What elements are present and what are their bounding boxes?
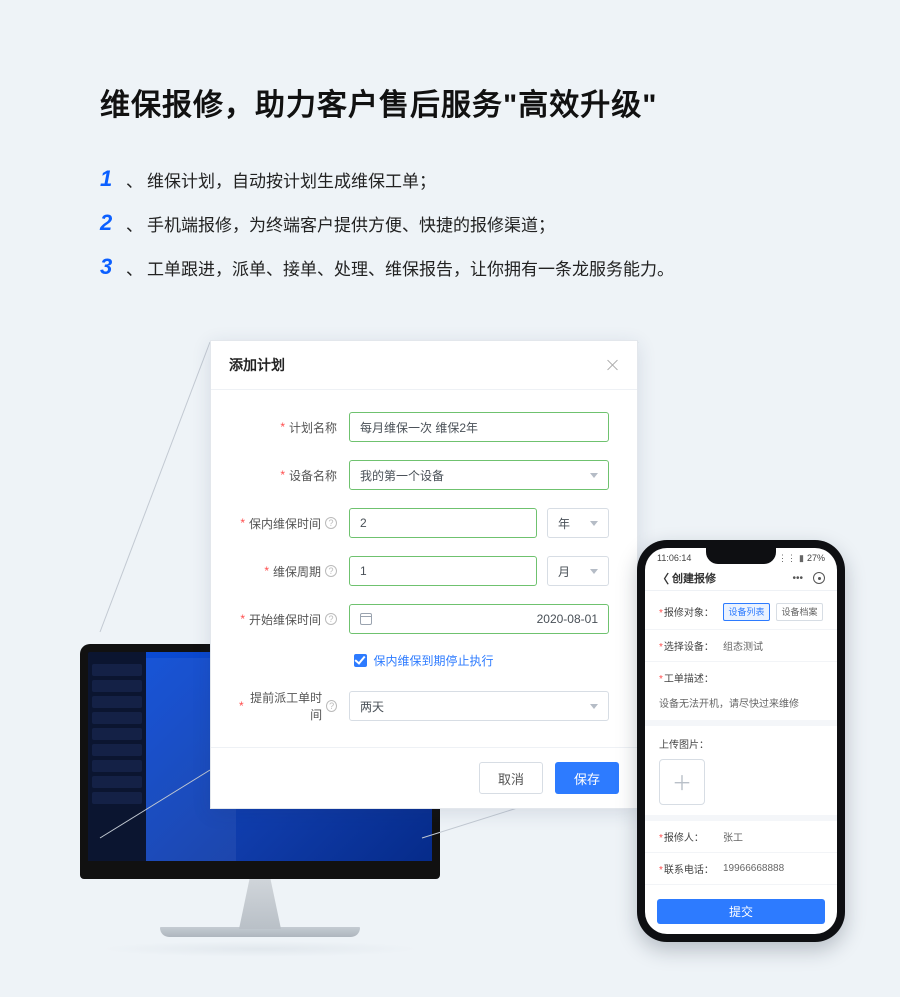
back-button[interactable]: 〈 创建报修	[657, 570, 716, 587]
status-time: 11:06:14	[657, 553, 691, 563]
dialog-title: 添加计划	[229, 355, 285, 375]
bullet-number: 1	[100, 166, 120, 192]
select-device-label: 选择设备：	[664, 642, 714, 653]
warranty-time-input[interactable]: 2	[349, 508, 537, 538]
upload-label: 上传图片：	[659, 736, 823, 751]
bullet-text: 工单跟进，派单、接单、处理、维保报告，让你拥有一条龙服务能力。	[147, 255, 674, 280]
chevron-down-icon	[590, 473, 598, 478]
warranty-unit-select[interactable]: 年	[547, 508, 609, 538]
bullet-number: 3	[100, 254, 120, 280]
reporter-value[interactable]: 张工	[723, 829, 823, 844]
warranty-time-label: 保内维保时间	[249, 515, 321, 532]
work-desc-value[interactable]: 设备无法开机，请尽快过来维修	[645, 693, 837, 726]
help-icon[interactable]: ?	[326, 700, 337, 712]
device-name-label: 设备名称	[289, 467, 337, 484]
phone-label: 联系电话：	[664, 865, 714, 876]
checkbox-icon	[354, 654, 367, 667]
stop-at-expiry-checkbox[interactable]: 保内维保到期停止执行	[239, 652, 609, 669]
tab-device-archive[interactable]: 设备档案	[776, 603, 823, 621]
repair-target-label: 报修对象：	[664, 608, 714, 619]
cycle-label: 维保周期	[273, 563, 321, 580]
device-name-select[interactable]: 我的第一个设备	[349, 460, 609, 490]
add-plan-dialog: 添加计划 *计划名称 每月维保一次 维保2年 *设备名称 我的第一个设备 *保内…	[210, 340, 638, 809]
target-icon[interactable]	[813, 572, 825, 584]
chevron-down-icon	[590, 569, 598, 574]
plus-icon: ＋	[672, 767, 692, 796]
chevron-left-icon: 〈	[657, 570, 669, 587]
bullet-text: 手机端报修，为终端客户提供方便、快捷的报修渠道；	[147, 211, 555, 236]
bullet-text: 维保计划，自动按计划生成维保工单；	[147, 167, 436, 192]
save-button[interactable]: 保存	[555, 762, 619, 794]
bullet-sep: 、	[126, 211, 143, 236]
close-icon[interactable]	[607, 359, 619, 371]
lead-time-label: 提前派工单时间	[248, 689, 322, 723]
status-battery: 27%	[807, 553, 825, 563]
lead-time-select[interactable]: 两天	[349, 691, 609, 721]
start-date-input[interactable]: 2020-08-01	[349, 604, 609, 634]
plan-name-input[interactable]: 每月维保一次 维保2年	[349, 412, 609, 442]
select-device-value[interactable]: 组态测试	[723, 638, 823, 653]
bullet-sep: 、	[126, 255, 143, 280]
hero-title: 维保报修，助力客户售后服务"高效升级"	[100, 80, 820, 124]
submit-button[interactable]: 提交	[657, 899, 825, 924]
bullet-sep: 、	[126, 167, 143, 192]
cancel-button[interactable]: 取消	[479, 762, 543, 794]
help-icon[interactable]: ?	[325, 565, 337, 577]
chevron-down-icon	[590, 521, 598, 526]
hero-bullets: 1 、 维保计划，自动按计划生成维保工单； 2 、 手机端报修，为终端客户提供方…	[100, 166, 820, 280]
phone-illustration: 11:06:14 ⋮⋮ ▮ 27% 〈 创建报修 ••• *报修对象： 设备列表	[637, 540, 845, 942]
cycle-input[interactable]: 1	[349, 556, 537, 586]
more-icon[interactable]: •••	[792, 573, 803, 584]
phone-value[interactable]: 19966668888	[723, 863, 823, 874]
wifi-icon: ⋮⋮	[778, 553, 796, 564]
cycle-unit-select[interactable]: 月	[547, 556, 609, 586]
chevron-down-icon	[590, 704, 598, 709]
signal-icon: ▮	[799, 553, 804, 564]
plan-name-label: 计划名称	[289, 419, 337, 436]
start-time-label: 开始维保时间	[249, 611, 321, 628]
bullet-number: 2	[100, 210, 120, 236]
upload-button[interactable]: ＋	[659, 759, 705, 805]
tab-device-list[interactable]: 设备列表	[723, 603, 770, 621]
calendar-icon	[360, 613, 372, 625]
reporter-label: 报修人：	[664, 833, 704, 844]
help-icon[interactable]: ?	[325, 613, 337, 625]
work-desc-label: 工单描述：	[664, 674, 714, 685]
help-icon[interactable]: ?	[325, 517, 337, 529]
